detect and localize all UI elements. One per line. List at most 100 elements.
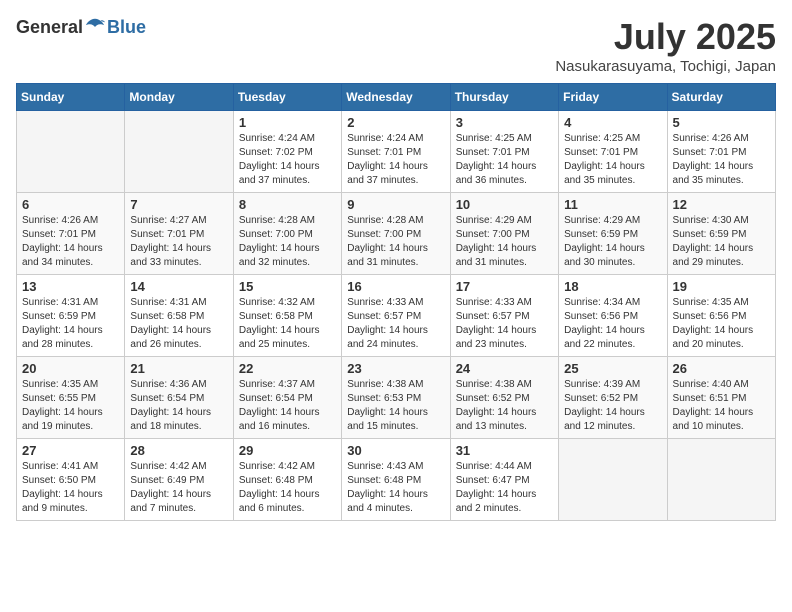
logo-general-text: General — [16, 17, 83, 38]
day-number: 10 — [456, 197, 553, 212]
day-number: 11 — [564, 197, 661, 212]
day-detail: Sunrise: 4:38 AM Sunset: 6:53 PM Dayligh… — [347, 378, 444, 434]
calendar-cell: 20 Sunrise: 4:35 AM Sunset: 6:55 PM Dayli… — [17, 357, 125, 439]
day-detail: Sunrise: 4:31 AM Sunset: 6:59 PM Dayligh… — [22, 296, 119, 352]
calendar-cell: 31 Sunrise: 4:44 AM Sunset: 6:47 PM Dayli… — [450, 439, 558, 521]
day-detail: Sunrise: 4:26 AM Sunset: 7:01 PM Dayligh… — [673, 132, 770, 188]
calendar-cell: 26 Sunrise: 4:40 AM Sunset: 6:51 PM Dayli… — [667, 357, 775, 439]
day-number: 8 — [239, 197, 336, 212]
day-number: 26 — [673, 361, 770, 376]
day-detail: Sunrise: 4:28 AM Sunset: 7:00 PM Dayligh… — [239, 214, 336, 270]
day-number: 2 — [347, 115, 444, 130]
day-detail: Sunrise: 4:29 AM Sunset: 7:00 PM Dayligh… — [456, 214, 553, 270]
day-detail: Sunrise: 4:35 AM Sunset: 6:55 PM Dayligh… — [22, 378, 119, 434]
calendar-cell: 21 Sunrise: 4:36 AM Sunset: 6:54 PM Dayli… — [125, 357, 233, 439]
day-number: 31 — [456, 443, 553, 458]
calendar-cell: 28 Sunrise: 4:42 AM Sunset: 6:49 PM Dayli… — [125, 439, 233, 521]
day-detail: Sunrise: 4:30 AM Sunset: 6:59 PM Dayligh… — [673, 214, 770, 270]
weekday-header-monday: Monday — [125, 84, 233, 111]
day-detail: Sunrise: 4:40 AM Sunset: 6:51 PM Dayligh… — [673, 378, 770, 434]
calendar-cell: 9 Sunrise: 4:28 AM Sunset: 7:00 PM Daylig… — [342, 193, 450, 275]
day-detail: Sunrise: 4:27 AM Sunset: 7:01 PM Dayligh… — [130, 214, 227, 270]
calendar-cell: 1Sunrise: 4:24 AM Sunset: 7:02 PM Daylig… — [233, 111, 341, 193]
day-number: 16 — [347, 279, 444, 294]
calendar-cell: 10 Sunrise: 4:29 AM Sunset: 7:00 PM Dayli… — [450, 193, 558, 275]
day-detail: Sunrise: 4:42 AM Sunset: 6:48 PM Dayligh… — [239, 460, 336, 516]
calendar-cell: 12 Sunrise: 4:30 AM Sunset: 6:59 PM Dayli… — [667, 193, 775, 275]
day-number: 7 — [130, 197, 227, 212]
day-detail: Sunrise: 4:37 AM Sunset: 6:54 PM Dayligh… — [239, 378, 336, 434]
calendar-cell: 7 Sunrise: 4:27 AM Sunset: 7:01 PM Daylig… — [125, 193, 233, 275]
month-title: July 2025 — [555, 16, 776, 58]
day-detail: Sunrise: 4:25 AM Sunset: 7:01 PM Dayligh… — [456, 132, 553, 188]
day-number: 20 — [22, 361, 119, 376]
calendar-week-row: 27 Sunrise: 4:41 AM Sunset: 6:50 PM Dayli… — [17, 439, 776, 521]
calendar-cell: 14 Sunrise: 4:31 AM Sunset: 6:58 PM Dayli… — [125, 275, 233, 357]
logo-blue-text: Blue — [107, 17, 146, 38]
day-detail: Sunrise: 4:24 AM Sunset: 7:02 PM Dayligh… — [239, 132, 336, 188]
calendar-cell: 18Sunrise: 4:34 AM Sunset: 6:56 PM Dayli… — [559, 275, 667, 357]
day-number: 9 — [347, 197, 444, 212]
day-number: 28 — [130, 443, 227, 458]
calendar-cell: 25 Sunrise: 4:39 AM Sunset: 6:52 PM Dayli… — [559, 357, 667, 439]
calendar-cell — [125, 111, 233, 193]
day-number: 27 — [22, 443, 119, 458]
day-number: 21 — [130, 361, 227, 376]
day-number: 12 — [673, 197, 770, 212]
calendar-cell: 19 Sunrise: 4:35 AM Sunset: 6:56 PM Dayli… — [667, 275, 775, 357]
day-detail: Sunrise: 4:24 AM Sunset: 7:01 PM Dayligh… — [347, 132, 444, 188]
day-detail: Sunrise: 4:33 AM Sunset: 6:57 PM Dayligh… — [347, 296, 444, 352]
day-detail: Sunrise: 4:29 AM Sunset: 6:59 PM Dayligh… — [564, 214, 661, 270]
weekday-header-saturday: Saturday — [667, 84, 775, 111]
weekday-header-thursday: Thursday — [450, 84, 558, 111]
day-detail: Sunrise: 4:32 AM Sunset: 6:58 PM Dayligh… — [239, 296, 336, 352]
day-number: 3 — [456, 115, 553, 130]
location-subtitle: Nasukarasuyama, Tochigi, Japan — [555, 58, 776, 75]
day-number: 13 — [22, 279, 119, 294]
calendar-cell: 3 Sunrise: 4:25 AM Sunset: 7:01 PM Daylig… — [450, 111, 558, 193]
day-detail: Sunrise: 4:36 AM Sunset: 6:54 PM Dayligh… — [130, 378, 227, 434]
calendar-cell: 2 Sunrise: 4:24 AM Sunset: 7:01 PM Daylig… — [342, 111, 450, 193]
day-number: 24 — [456, 361, 553, 376]
day-number: 30 — [347, 443, 444, 458]
calendar-header-row: SundayMondayTuesdayWednesdayThursdayFrid… — [17, 84, 776, 111]
day-number: 22 — [239, 361, 336, 376]
calendar-table: SundayMondayTuesdayWednesdayThursdayFrid… — [16, 83, 776, 521]
weekday-header-tuesday: Tuesday — [233, 84, 341, 111]
calendar-cell — [667, 439, 775, 521]
calendar-week-row: 1Sunrise: 4:24 AM Sunset: 7:02 PM Daylig… — [17, 111, 776, 193]
calendar-cell: 4 Sunrise: 4:25 AM Sunset: 7:01 PM Daylig… — [559, 111, 667, 193]
calendar-cell — [559, 439, 667, 521]
calendar-cell: 13 Sunrise: 4:31 AM Sunset: 6:59 PM Dayli… — [17, 275, 125, 357]
page-header: General Blue July 2025 Nasukarasuyama, T… — [16, 16, 776, 75]
day-detail: Sunrise: 4:44 AM Sunset: 6:47 PM Dayligh… — [456, 460, 553, 516]
day-detail: Sunrise: 4:39 AM Sunset: 6:52 PM Dayligh… — [564, 378, 661, 434]
day-number: 14 — [130, 279, 227, 294]
calendar-week-row: 13 Sunrise: 4:31 AM Sunset: 6:59 PM Dayli… — [17, 275, 776, 357]
calendar-cell: 29Sunrise: 4:42 AM Sunset: 6:48 PM Dayli… — [233, 439, 341, 521]
day-number: 25 — [564, 361, 661, 376]
calendar-week-row: 20 Sunrise: 4:35 AM Sunset: 6:55 PM Dayli… — [17, 357, 776, 439]
title-area: July 2025 Nasukarasuyama, Tochigi, Japan — [555, 16, 776, 75]
day-number: 4 — [564, 115, 661, 130]
calendar-cell — [17, 111, 125, 193]
day-number: 15 — [239, 279, 336, 294]
day-detail: Sunrise: 4:35 AM Sunset: 6:56 PM Dayligh… — [673, 296, 770, 352]
day-detail: Sunrise: 4:34 AM Sunset: 6:56 PM Dayligh… — [564, 296, 661, 352]
day-detail: Sunrise: 4:33 AM Sunset: 6:57 PM Dayligh… — [456, 296, 553, 352]
calendar-cell: 16 Sunrise: 4:33 AM Sunset: 6:57 PM Dayli… — [342, 275, 450, 357]
day-detail: Sunrise: 4:31 AM Sunset: 6:58 PM Dayligh… — [130, 296, 227, 352]
day-detail: Sunrise: 4:28 AM Sunset: 7:00 PM Dayligh… — [347, 214, 444, 270]
calendar-cell: 22 Sunrise: 4:37 AM Sunset: 6:54 PM Dayli… — [233, 357, 341, 439]
day-detail: Sunrise: 4:38 AM Sunset: 6:52 PM Dayligh… — [456, 378, 553, 434]
logo: General Blue — [16, 16, 146, 38]
logo-bird-icon — [84, 16, 106, 38]
day-number: 6 — [22, 197, 119, 212]
calendar-week-row: 6Sunrise: 4:26 AM Sunset: 7:01 PM Daylig… — [17, 193, 776, 275]
day-detail: Sunrise: 4:25 AM Sunset: 7:01 PM Dayligh… — [564, 132, 661, 188]
day-number: 23 — [347, 361, 444, 376]
day-number: 19 — [673, 279, 770, 294]
day-detail: Sunrise: 4:41 AM Sunset: 6:50 PM Dayligh… — [22, 460, 119, 516]
day-detail: Sunrise: 4:42 AM Sunset: 6:49 PM Dayligh… — [130, 460, 227, 516]
calendar-cell: 11 Sunrise: 4:29 AM Sunset: 6:59 PM Dayli… — [559, 193, 667, 275]
